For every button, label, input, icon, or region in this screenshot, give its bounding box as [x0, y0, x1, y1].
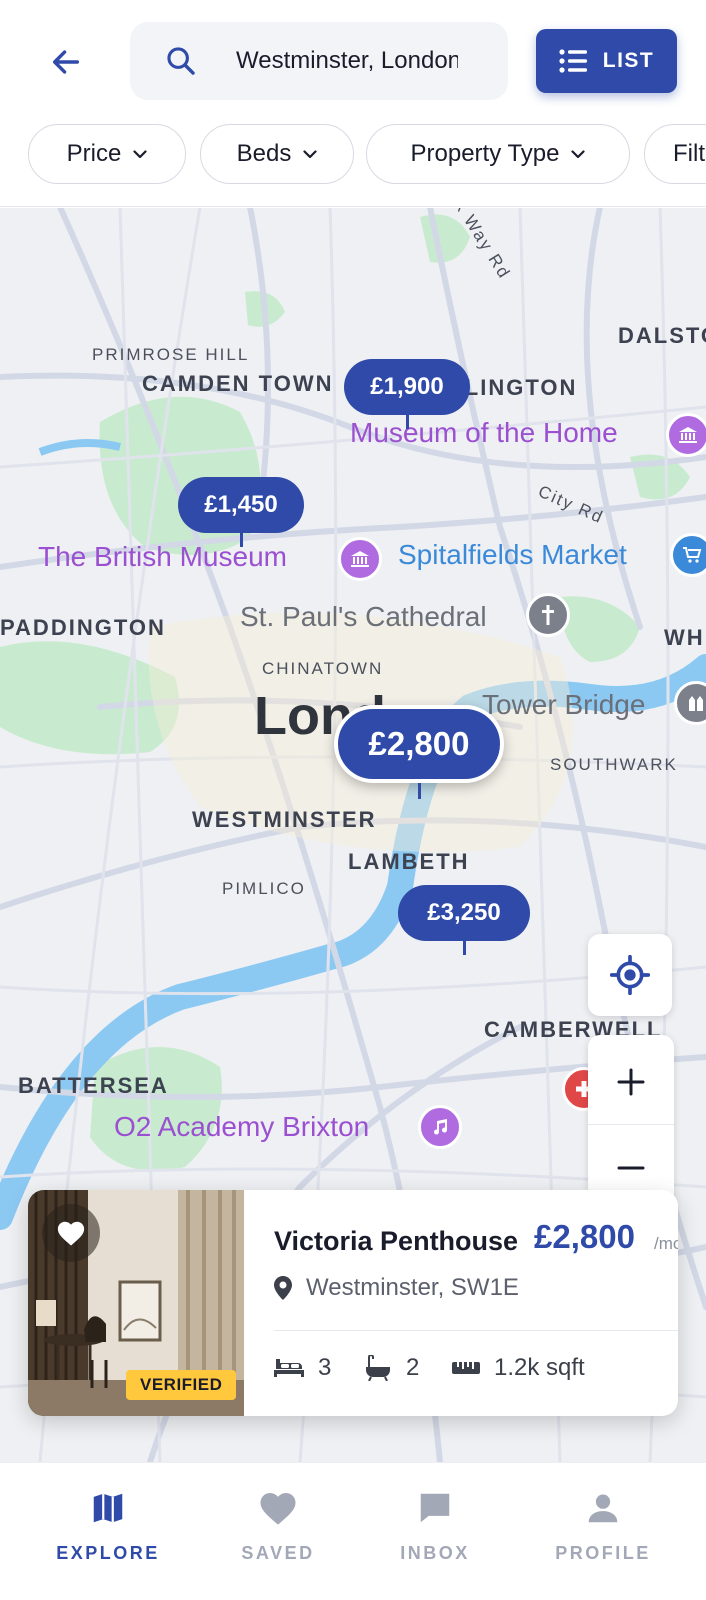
- map-label-st-pauls-cathedral: St. Paul's Cathedral: [240, 601, 487, 632]
- price-pin-label: £3,250: [398, 885, 530, 941]
- area-size: 1.2k sqft: [452, 1354, 585, 1382]
- price-pin-stem: [462, 941, 466, 955]
- nav-profile-label: PROFILE: [555, 1543, 651, 1563]
- property-location-text: Westminster, SW1E: [306, 1274, 519, 1301]
- verified-badge: VERIFIED: [126, 1370, 237, 1400]
- price-pin[interactable]: £1,900: [344, 359, 470, 429]
- price-pin-selected[interactable]: £2,800: [334, 705, 504, 799]
- map-label-camden-town: CAMDEN TOWN: [142, 371, 334, 396]
- ruler-icon: [452, 1362, 480, 1374]
- museum-icon[interactable]: [666, 413, 706, 457]
- bathtub-icon: [366, 1355, 390, 1381]
- map-label-paddington: PADDINGTON: [0, 615, 166, 640]
- price-pin[interactable]: £3,250: [398, 885, 530, 955]
- shopping-cart-icon[interactable]: [670, 533, 706, 577]
- map-label-primrose-hill: PRIMROSE HILL: [92, 345, 250, 364]
- chevron-down-icon: [571, 149, 586, 159]
- chevron-down-icon: [133, 149, 147, 159]
- nav-profile[interactable]: PROFILE: [528, 1489, 678, 1564]
- map-label-westminster: WESTMINSTER: [192, 807, 377, 832]
- nav-explore[interactable]: EXPLORE: [33, 1489, 183, 1564]
- filter-chip-more[interactable]: Filters: [644, 124, 706, 184]
- property-location: Westminster, SW1E: [274, 1274, 519, 1302]
- map-icon: [93, 1493, 123, 1523]
- heart-icon: [260, 1493, 296, 1525]
- bottom-navigation: EXPLORE SAVED INBOX PROFILE: [0, 1462, 706, 1600]
- filter-chip-label: Beds: [236, 140, 292, 167]
- chat-bubble-icon: [420, 1493, 450, 1523]
- filter-chip-beds[interactable]: Beds: [200, 124, 354, 184]
- filter-chip-label: Filters: [673, 140, 706, 167]
- bedrooms-count: 3: [274, 1354, 331, 1382]
- map-label-dalston: DALSTON: [618, 323, 706, 348]
- property-title: Victoria Penthouse: [274, 1226, 519, 1256]
- map-label-battersea: BATTERSEA: [18, 1073, 169, 1098]
- list-icon: [559, 49, 587, 73]
- map-label-whitechapel: WHITECHAPEL: [664, 625, 706, 650]
- top-bar: LIST: [0, 0, 706, 124]
- price-pin[interactable]: £1,450: [178, 477, 304, 547]
- bathrooms-value: 2: [406, 1354, 420, 1381]
- search-input[interactable]: [236, 47, 458, 75]
- bedrooms-value: 3: [318, 1354, 332, 1381]
- minus-icon: [617, 1166, 645, 1170]
- header-divider: [0, 206, 706, 207]
- search-bar[interactable]: [130, 22, 508, 100]
- price-pin-stem: [405, 415, 409, 429]
- filter-chip-label: Property Type: [410, 140, 560, 167]
- back-button[interactable]: [40, 38, 92, 86]
- my-location-button[interactable]: [588, 934, 672, 1016]
- price-pin-stem: [239, 533, 243, 547]
- search-icon: [167, 47, 195, 75]
- bathrooms-count: 2: [364, 1354, 419, 1382]
- list-button-label: LIST: [602, 49, 655, 72]
- bed-icon: [274, 1359, 304, 1377]
- map-label-southwark: SOUTHWARK: [550, 755, 678, 774]
- nav-saved-label: SAVED: [241, 1543, 315, 1563]
- zoom-in-button[interactable]: [588, 1039, 674, 1125]
- property-card[interactable]: VERIFIED Victoria Penthouse £2,800 /mo W…: [28, 1190, 678, 1416]
- user-icon: [588, 1494, 618, 1523]
- filter-chip-property-type[interactable]: Property Type: [366, 124, 630, 184]
- price-pin-label: £1,900: [344, 359, 470, 415]
- heart-icon: [57, 1221, 85, 1246]
- nav-inbox-label: INBOX: [400, 1543, 470, 1563]
- map-label-o2-academy-brixton: O2 Academy Brixton: [114, 1111, 370, 1142]
- chevron-down-icon: [303, 149, 317, 159]
- price-pin-label: £1,450: [178, 477, 304, 533]
- map-label-lambeth: LAMBETH: [348, 849, 470, 874]
- map-label-chinatown: CHINATOWN: [262, 659, 384, 678]
- zoom-controls: [588, 1035, 674, 1215]
- music-venue-icon[interactable]: [418, 1105, 462, 1149]
- map-label-spitalfields-market: Spitalfields Market: [398, 539, 627, 570]
- church-icon[interactable]: [526, 593, 570, 637]
- location-pin-icon: [274, 1276, 292, 1300]
- card-divider: [274, 1330, 678, 1331]
- location-target-icon: [610, 955, 650, 995]
- arrow-left-icon: [52, 50, 80, 74]
- nav-inbox[interactable]: INBOX: [360, 1489, 510, 1564]
- price-pin-stem: [417, 783, 421, 799]
- filter-chips: Price Beds Property Type Filters: [0, 124, 706, 208]
- filter-chip-label: Price: [66, 140, 122, 167]
- plus-icon: [617, 1068, 645, 1095]
- price-period: /mo: [654, 1234, 678, 1253]
- map-label-pimlico: PIMLICO: [222, 879, 306, 898]
- favorite-button[interactable]: [42, 1204, 100, 1262]
- nav-explore-label: EXPLORE: [56, 1543, 160, 1563]
- filter-chip-price[interactable]: Price: [28, 124, 186, 184]
- nav-saved[interactable]: SAVED: [203, 1489, 353, 1564]
- map-label-tower-bridge: Tower Bridge: [482, 689, 646, 720]
- property-photo: VERIFIED: [28, 1190, 244, 1416]
- price-pin-label: £2,800: [334, 705, 504, 783]
- museum-icon[interactable]: [338, 537, 382, 581]
- property-price: £2,800: [534, 1218, 635, 1255]
- list-view-button[interactable]: LIST: [536, 29, 677, 93]
- area-value: 1.2k sqft: [494, 1354, 585, 1381]
